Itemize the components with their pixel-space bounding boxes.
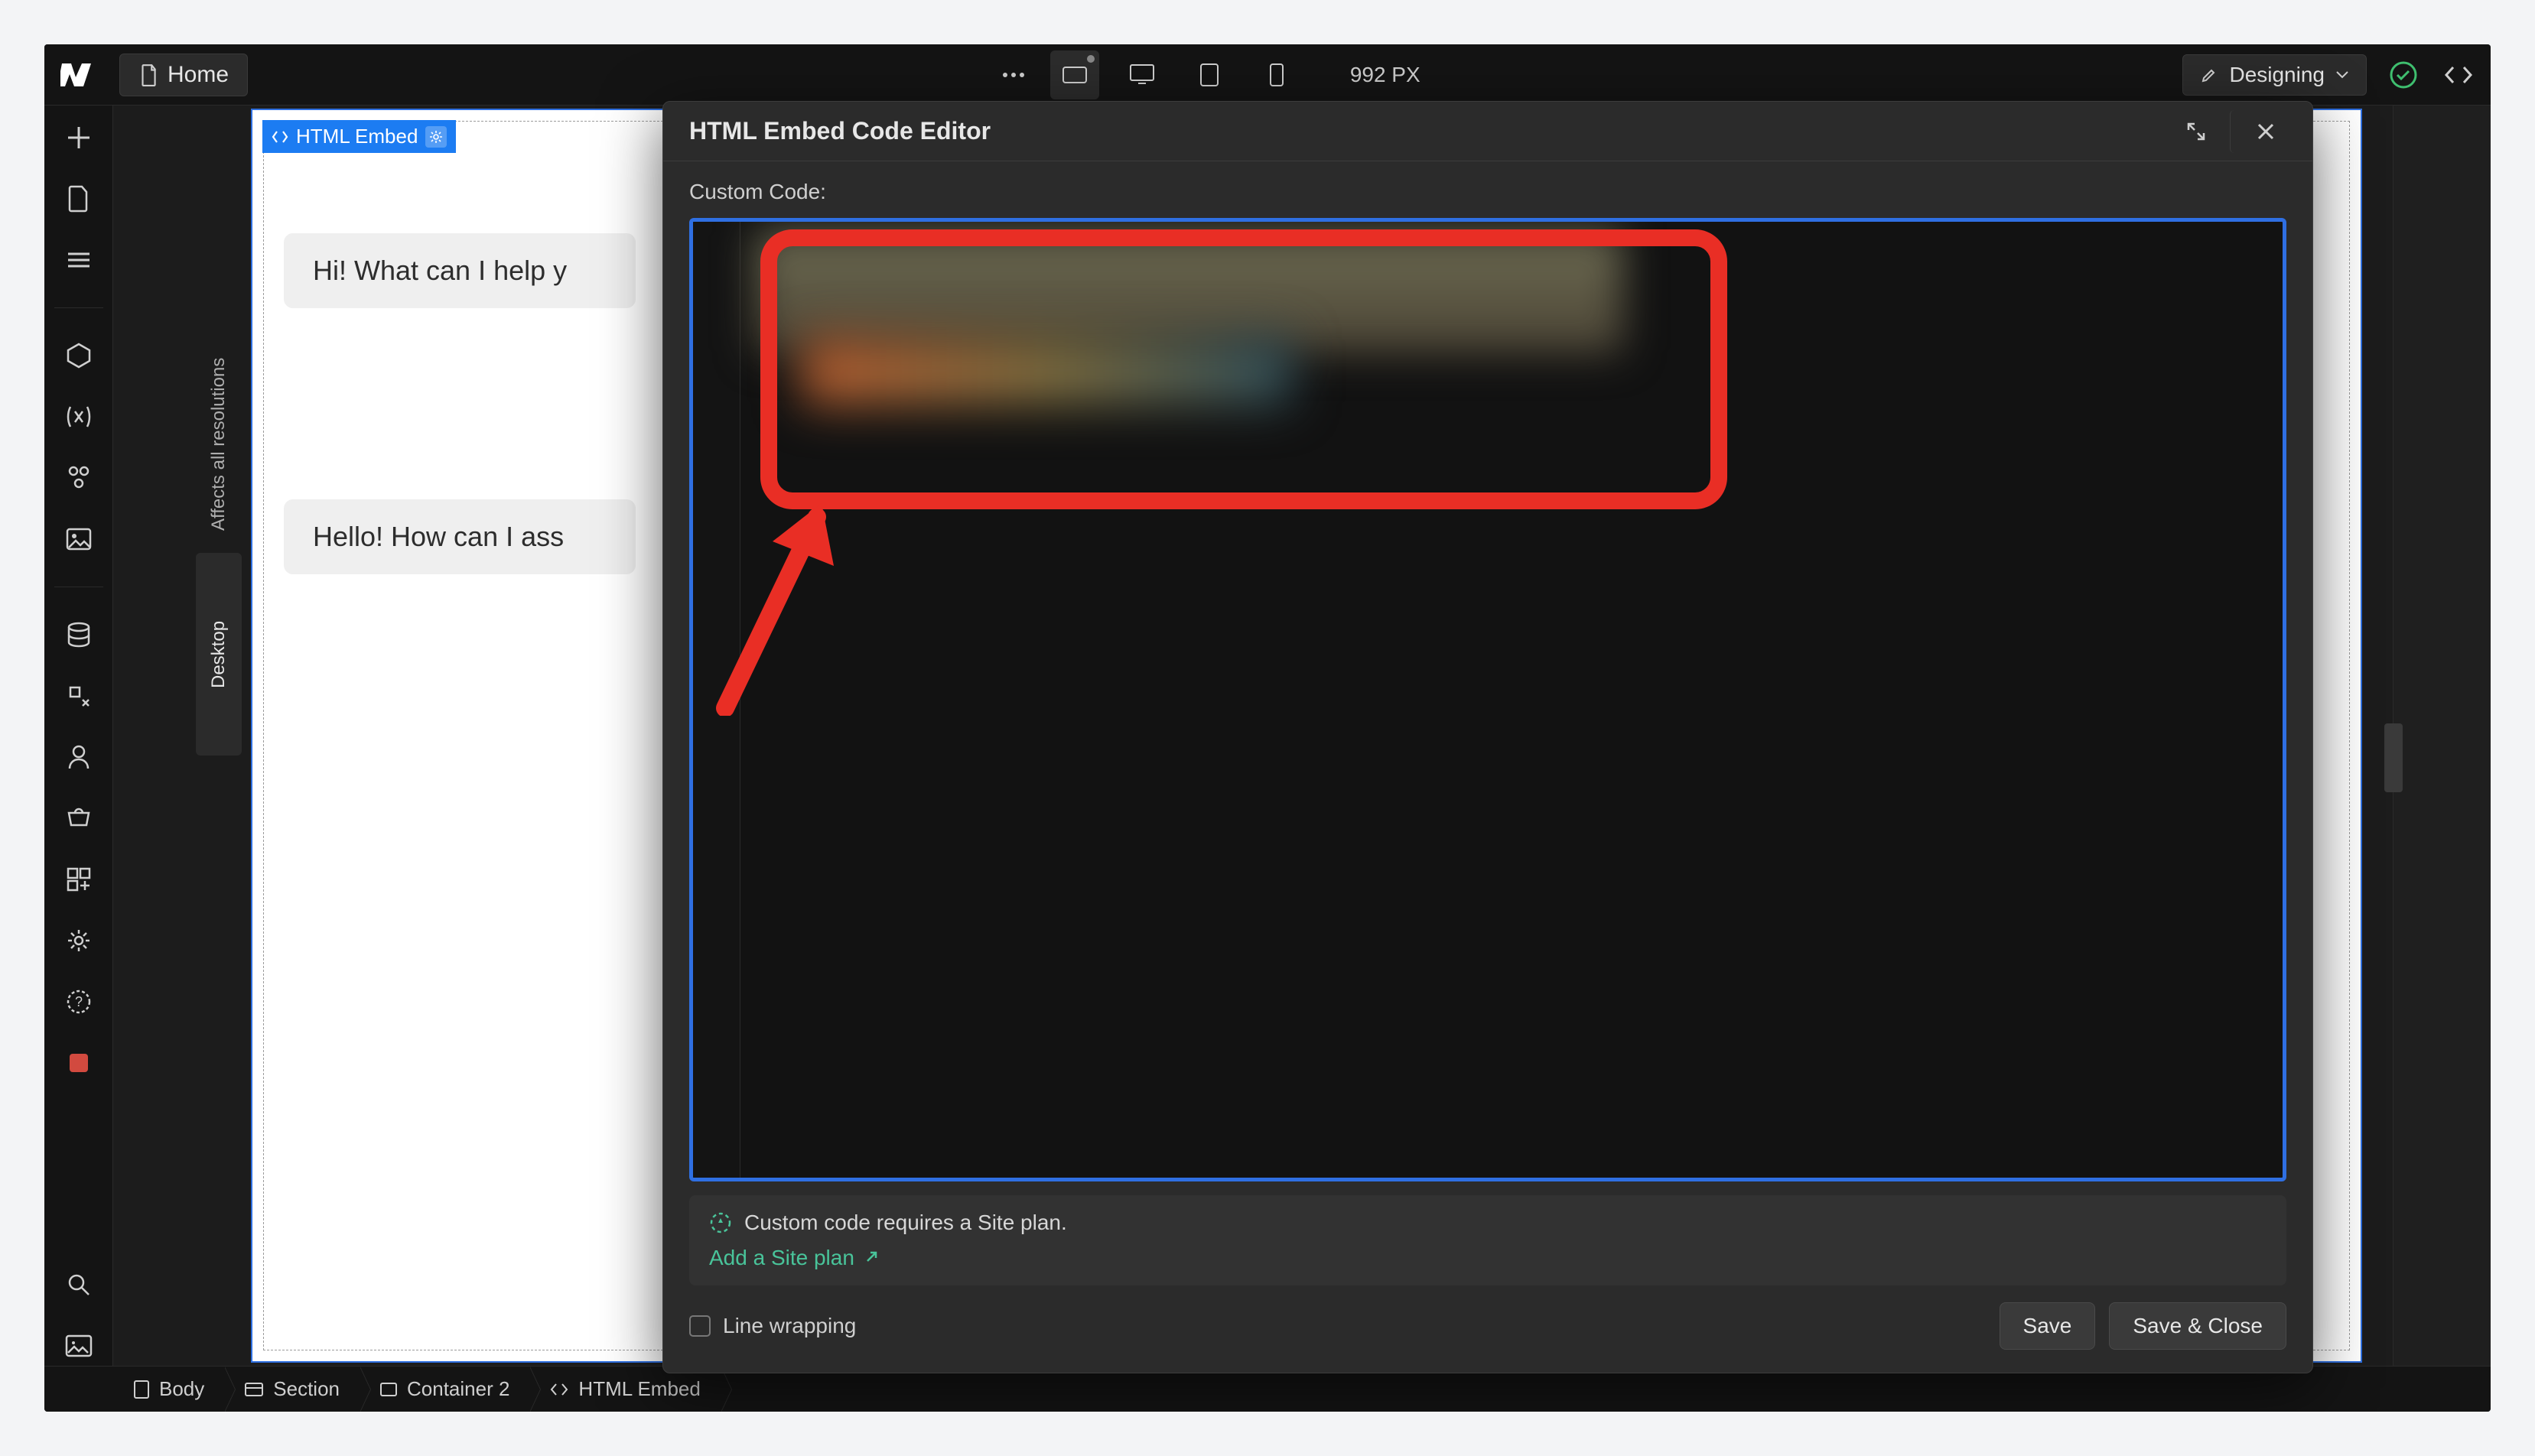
site-plan-notice-text: Custom code requires a Site plan. [744,1211,1067,1235]
webflow-logo[interactable] [58,58,104,92]
redacted-code-block [756,231,1623,353]
desktop-breakpoint-tab[interactable] [1118,50,1167,99]
close-modal-button[interactable] [2230,110,2286,153]
home-button[interactable]: Home [119,54,248,96]
settings-icon[interactable] [59,921,99,960]
components-icon[interactable] [59,336,99,375]
save-button[interactable]: Save [2000,1302,2096,1350]
code-toggle-icon[interactable] [2440,57,2477,93]
audit-icon[interactable] [59,1326,99,1366]
html-embed-editor-modal: HTML Embed Code Editor Custom Code: [662,101,2313,1373]
selected-element-tag-label: HTML Embed [296,125,418,148]
search-icon[interactable] [59,1265,99,1305]
external-link-icon [862,1250,879,1266]
custom-code-editor[interactable] [689,218,2286,1181]
ellipsis-icon[interactable] [995,57,1032,93]
checkbox-box [689,1315,711,1337]
ecommerce-icon[interactable] [59,798,99,838]
redacted-code-block [802,336,1291,405]
add-site-plan-link[interactable]: Add a Site plan [709,1246,2267,1270]
svg-text:?: ? [74,994,82,1009]
line-wrapping-checkbox[interactable]: Line wrapping [689,1314,856,1338]
site-plan-notice: Custom code requires a Site plan. Add a … [689,1195,2286,1285]
users-icon[interactable] [59,737,99,777]
add-site-plan-link-label: Add a Site plan [709,1246,854,1270]
check-circle-icon[interactable] [2385,57,2422,93]
modal-title: HTML Embed Code Editor [689,117,991,145]
phone-breakpoint-tab[interactable] [1252,50,1301,99]
panel-resize-handle[interactable] [2384,723,2403,792]
add-breakpoint-tab[interactable] [1050,50,1099,99]
apps-icon[interactable] [59,860,99,899]
breadcrumb-item-container[interactable]: Container 2 [360,1367,529,1412]
code-gutter [693,222,740,1178]
breakpoint-badge-hint: Affects all resolutions [196,343,242,545]
chat-bubble: Hello! How can I ass [284,499,636,574]
info-dashed-icon [709,1211,732,1234]
mode-switch-label: Designing [2229,63,2325,87]
custom-code-label: Custom Code: [689,180,2286,204]
breadcrumb-item-section[interactable]: Section [224,1367,360,1412]
logic-icon[interactable] [59,676,99,716]
breakpoint-badge: Affects all resolutions Desktop [196,343,242,756]
help-icon[interactable]: ? [59,982,99,1022]
topbar: Home 992 PX Designing [44,44,2491,106]
assets-icon[interactable] [59,519,99,559]
styles-icon[interactable] [59,458,99,498]
tablet-breakpoint-tab[interactable] [1185,50,1234,99]
home-button-label: Home [168,62,229,88]
navigator-icon[interactable] [59,240,99,280]
breakpoint-badge-name: Desktop [196,553,242,756]
line-wrapping-label: Line wrapping [723,1314,856,1338]
viewport-width-readout: 992 PX [1335,63,1436,87]
right-style-panel [2393,106,2491,1366]
chat-bubble: Hi! What can I help y [284,233,636,308]
video-icon[interactable] [59,1043,99,1083]
mode-switch-button[interactable]: Designing [2182,54,2367,96]
pages-icon[interactable] [59,179,99,219]
left-tool-rail: ? [44,106,113,1366]
add-element-icon[interactable] [59,118,99,158]
breadcrumb-item-body[interactable]: Body [113,1367,224,1412]
gear-icon[interactable] [425,126,447,148]
selected-element-tag[interactable]: HTML Embed [262,120,456,153]
expand-modal-button[interactable] [2175,110,2218,153]
cms-icon[interactable] [59,615,99,655]
variables-icon[interactable] [59,397,99,437]
save-and-close-button[interactable]: Save & Close [2109,1302,2286,1350]
